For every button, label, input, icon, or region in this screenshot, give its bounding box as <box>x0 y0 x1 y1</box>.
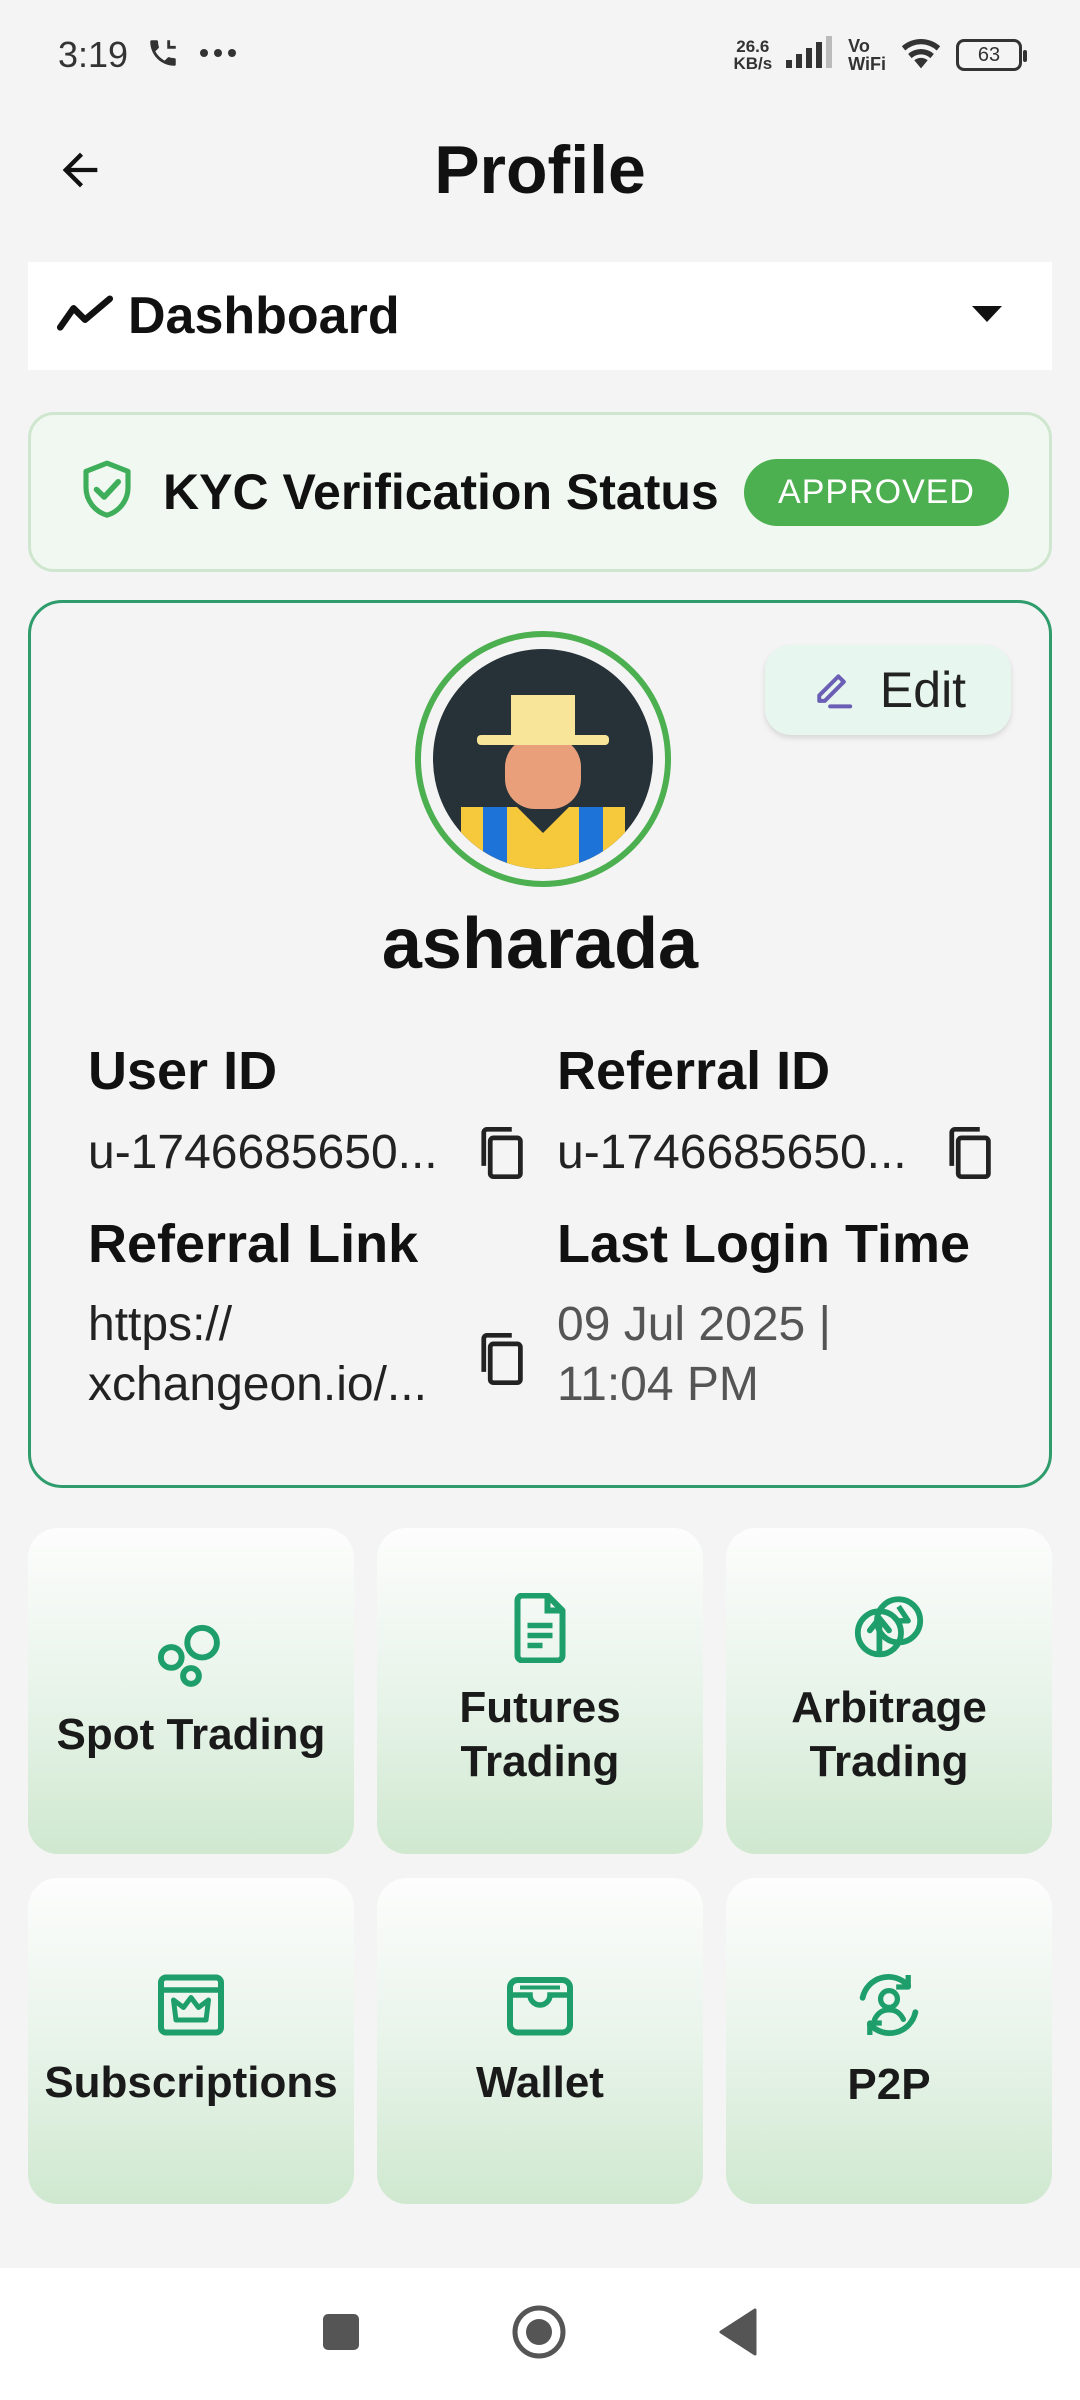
app-header: Profile <box>0 110 1080 230</box>
tile-label: Spot Trading <box>56 1710 326 1759</box>
tile-label-line2: Trading <box>460 1737 620 1786</box>
network-speed-unit: KB/s <box>733 54 773 73</box>
back-arrow-icon <box>62 152 98 188</box>
battery-indicator: 63 <box>956 39 1027 71</box>
copy-user-id-icon[interactable] <box>475 1125 527 1181</box>
vowifi-indicator: Vo WiFi <box>848 37 886 73</box>
last-login-time: 11:04 PM <box>557 1358 759 1411</box>
edit-button-label: Edit <box>879 662 967 718</box>
last-login-label: Last Login Time <box>557 1214 971 1274</box>
trend-line-icon <box>56 293 114 340</box>
dropdown-caret-icon <box>970 304 1004 329</box>
tile-label-line1: Futures <box>459 1683 621 1732</box>
back-button[interactable] <box>50 140 110 200</box>
tile-futures-trading[interactable]: Futures Trading <box>377 1528 703 1854</box>
edit-pen-icon <box>817 674 853 709</box>
dashboard-dropdown[interactable]: Dashboard <box>28 262 1052 370</box>
kyc-status-badge: APPROVED <box>744 458 1009 526</box>
crown-icon <box>158 1974 224 2036</box>
square-icon <box>323 2313 359 2350</box>
referral-link-line2: xchangeon.io/... <box>88 1358 427 1411</box>
profile-card: Edit asharada User ID u-1746685650... Re… <box>28 600 1052 1488</box>
recents-button[interactable] <box>321 2312 361 2357</box>
referral-link-line1: https:// <box>88 1298 233 1351</box>
vowifi-bottom: WiFi <box>848 54 886 74</box>
tile-label: P2P <box>847 2060 931 2109</box>
shield-check-icon <box>79 459 135 526</box>
referral-id-value: u-1746685650... <box>557 1126 907 1179</box>
tile-label: Futures Trading <box>459 1681 620 1789</box>
status-left: 3:19 <box>58 34 238 76</box>
user-id-value: u-1746685650... <box>88 1126 438 1179</box>
tile-p2p[interactable]: P2P <box>726 1878 1052 2204</box>
tile-subscriptions[interactable]: Subscriptions <box>28 1878 354 2204</box>
back-nav-button[interactable] <box>717 2308 759 2361</box>
tile-arbitrage-trading[interactable]: Arbitrage Trading <box>726 1528 1052 1854</box>
circle-home-icon <box>512 2305 566 2358</box>
tile-label: Arbitrage Trading <box>791 1681 987 1789</box>
call-icon <box>146 36 180 75</box>
document-icon <box>514 1593 566 1663</box>
referral-link-label: Referral Link <box>88 1214 419 1274</box>
status-bar: 3:19 26.6 KB/s Vo WiFi 63 <box>0 0 1080 110</box>
bubbles-icon <box>157 1624 220 1687</box>
network-speed: 26.6 KB/s <box>733 38 772 72</box>
edit-profile-button[interactable]: Edit <box>765 645 1011 735</box>
wifi-icon <box>898 35 944 76</box>
more-notifications-icon <box>198 46 238 64</box>
page-title: Profile <box>434 132 646 208</box>
status-right: 26.6 KB/s Vo WiFi 63 <box>733 35 1027 76</box>
tile-label: Wallet <box>476 2058 604 2107</box>
referral-id-label: Referral ID <box>557 1041 831 1101</box>
wallet-icon <box>507 1977 573 2036</box>
tile-label-line2: Trading <box>809 1737 969 1786</box>
signal-icon <box>784 35 836 75</box>
kyc-status-label: KYC Verification Status <box>163 464 719 520</box>
dashboard-dropdown-label: Dashboard <box>128 287 400 345</box>
user-id-label: User ID <box>88 1041 278 1101</box>
tile-spot-trading[interactable]: Spot Trading <box>28 1528 354 1854</box>
kyc-status-card: KYC Verification Status APPROVED <box>28 412 1052 572</box>
avatar[interactable] <box>415 631 671 887</box>
copy-referral-link-icon[interactable] <box>475 1331 527 1387</box>
tile-label-line1: Arbitrage <box>791 1683 987 1732</box>
home-button[interactable] <box>511 2304 567 2365</box>
vowifi-top: Vo <box>848 36 870 56</box>
triangle-back-icon <box>719 2308 757 2355</box>
network-speed-value: 26.6 <box>736 37 770 56</box>
username: asharada <box>381 904 699 984</box>
system-nav-bar <box>0 2268 1080 2400</box>
status-time: 3:19 <box>58 34 129 75</box>
p2p-exchange-icon <box>859 1974 919 2036</box>
tile-wallet[interactable]: Wallet <box>377 1878 703 2204</box>
copy-referral-id-icon[interactable] <box>943 1125 995 1181</box>
last-login-date: 09 Jul 2025 | <box>557 1298 832 1351</box>
tile-label: Subscriptions <box>44 2058 338 2107</box>
swap-coin-icon <box>854 1596 924 1658</box>
